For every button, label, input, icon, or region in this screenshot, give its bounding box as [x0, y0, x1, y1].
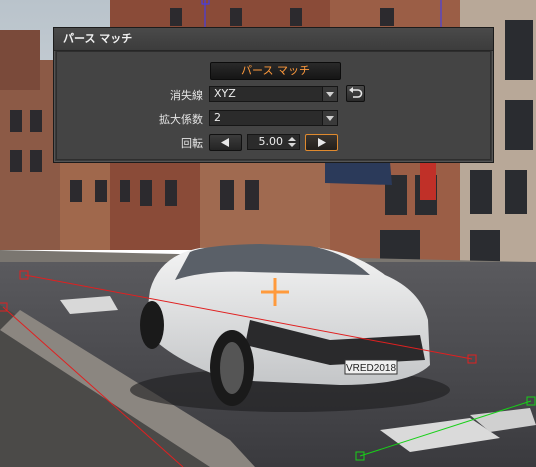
- panel-title: パース マッチ: [54, 28, 493, 51]
- license-plate-text: VRED2018: [346, 363, 396, 374]
- rotate-right-button[interactable]: [305, 134, 338, 151]
- spin-updown-icon[interactable]: [287, 136, 297, 148]
- scale-factor-select[interactable]: 2: [209, 110, 338, 126]
- panel-body: パース マッチ 消失線 XYZ 拡大係数 2 回転 5.00: [56, 51, 491, 160]
- right-arrow-icon: [318, 138, 326, 147]
- vanishing-line-label: 消失線: [170, 89, 203, 102]
- scale-factor-label: 拡大係数: [159, 113, 203, 126]
- rotation-label: 回転: [181, 137, 203, 150]
- scale-factor-value: 2: [214, 111, 221, 124]
- perspective-match-panel: パース マッチ パース マッチ 消失線 XYZ 拡大係数 2 回転 5.00: [53, 27, 494, 163]
- rotation-spinbox[interactable]: 5.00: [247, 134, 300, 150]
- left-arrow-icon: [221, 138, 229, 147]
- rotation-value: 5.00: [258, 135, 284, 148]
- reset-arrow-icon: [349, 87, 363, 98]
- vanishing-line-value: XYZ: [214, 87, 236, 100]
- chevron-down-icon[interactable]: [322, 87, 337, 101]
- vanishing-line-select[interactable]: XYZ: [209, 86, 338, 102]
- rotate-left-button[interactable]: [209, 134, 242, 151]
- perspective-match-button[interactable]: パース マッチ: [210, 62, 341, 80]
- reset-button[interactable]: [346, 85, 365, 102]
- chevron-down-icon[interactable]: [322, 111, 337, 125]
